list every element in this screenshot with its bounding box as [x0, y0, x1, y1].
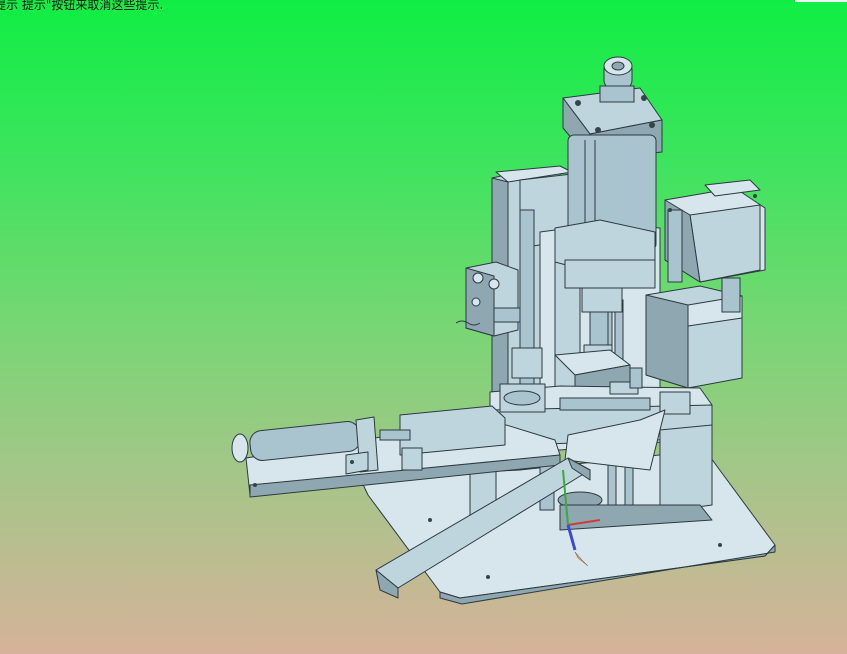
cad-assembly-model[interactable] [0, 0, 847, 654]
right-feeder-hopper[interactable] [664, 179, 766, 283]
cad-viewport[interactable]: 提示 提示"按钮来取消这些提示. [0, 0, 847, 654]
left-sensor-block[interactable] [455, 261, 525, 337]
vertical-air-cylinder[interactable] [554, 56, 663, 289]
right-gearbox[interactable] [645, 277, 743, 389]
